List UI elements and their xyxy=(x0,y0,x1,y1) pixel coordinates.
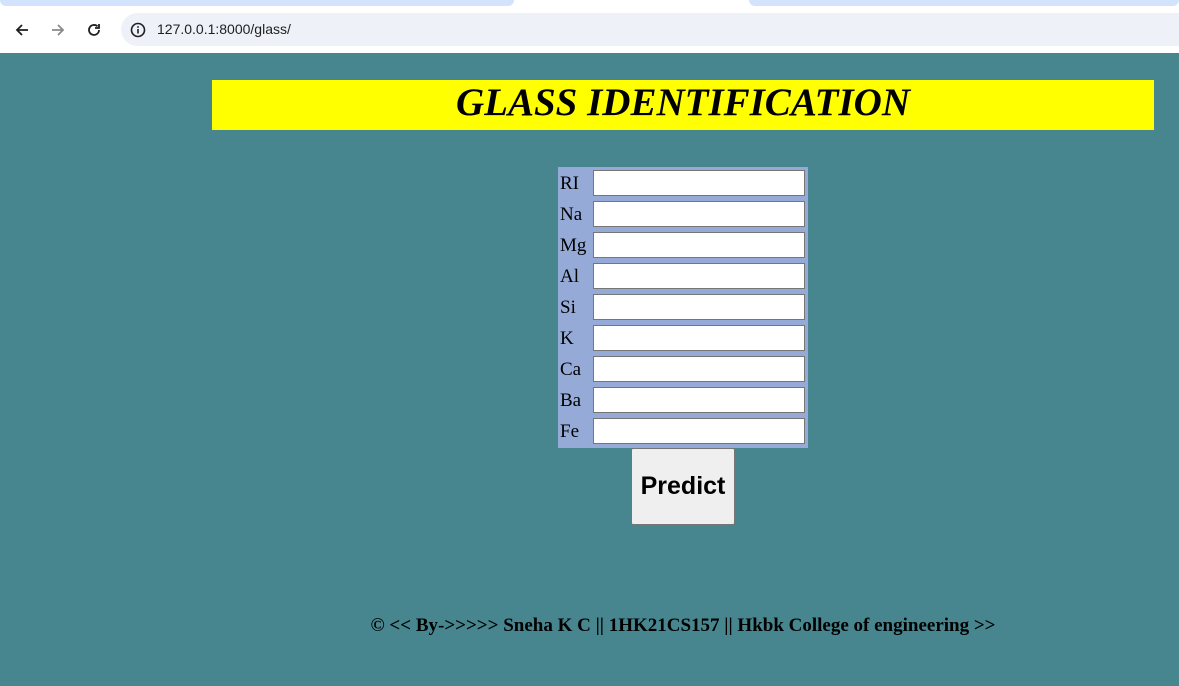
field-label: Fe xyxy=(560,421,579,442)
back-button[interactable] xyxy=(9,17,35,43)
arrow-left-icon xyxy=(15,24,28,36)
field-label: RI xyxy=(560,173,579,194)
field-row-ca: Ca xyxy=(558,353,808,384)
field-label: Al xyxy=(560,266,579,287)
browser-chrome: 127.0.0.1:8000/glass/ xyxy=(0,0,1179,53)
field-label: Si xyxy=(560,297,576,318)
url-text[interactable]: 127.0.0.1:8000/glass/ xyxy=(157,21,291,37)
field-label: Ca xyxy=(560,359,582,380)
field-row-na: Na xyxy=(558,198,808,229)
ri-input[interactable] xyxy=(593,170,805,196)
browser-toolbar: 127.0.0.1:8000/glass/ xyxy=(0,7,1179,53)
reload-button[interactable] xyxy=(81,17,107,43)
ca-input[interactable] xyxy=(593,356,805,382)
forward-button[interactable] xyxy=(45,17,71,43)
k-input[interactable] xyxy=(593,325,805,351)
arrow-right-icon xyxy=(52,24,65,36)
ba-input[interactable] xyxy=(593,387,805,413)
si-input[interactable] xyxy=(593,294,805,320)
field-label: Ba xyxy=(560,390,582,411)
reload-icon xyxy=(88,24,100,36)
mg-input[interactable] xyxy=(593,232,805,258)
predict-button[interactable]: Predict xyxy=(631,448,735,525)
field-row-fe: Fe xyxy=(558,415,808,446)
field-label: Na xyxy=(560,204,583,225)
fe-input[interactable] xyxy=(593,418,805,444)
glass-form: RI Na Mg Al Si K Ca Ba Fe xyxy=(558,167,808,448)
title-banner: GLASS IDENTIFICATION xyxy=(212,80,1154,130)
footer-credits: © << By->>>>> Sneha K C || 1HK21CS157 ||… xyxy=(370,615,996,636)
address-bar[interactable]: 127.0.0.1:8000/glass/ xyxy=(121,13,1179,46)
field-row-al: Al xyxy=(558,260,808,291)
field-label: K xyxy=(560,328,574,349)
al-input[interactable] xyxy=(593,263,805,289)
field-row-si: Si xyxy=(558,291,808,322)
na-input[interactable] xyxy=(593,201,805,227)
browser-tab[interactable] xyxy=(749,0,1179,6)
field-row-k: K xyxy=(558,322,808,353)
tab-strip xyxy=(0,0,1179,7)
site-info-icon[interactable] xyxy=(129,21,146,38)
browser-tab[interactable] xyxy=(0,0,514,6)
page-title: GLASS IDENTIFICATION xyxy=(455,81,911,124)
field-row-ri: RI xyxy=(558,167,808,198)
field-row-mg: Mg xyxy=(558,229,808,260)
field-label: Mg xyxy=(560,235,587,256)
field-row-ba: Ba xyxy=(558,384,808,415)
